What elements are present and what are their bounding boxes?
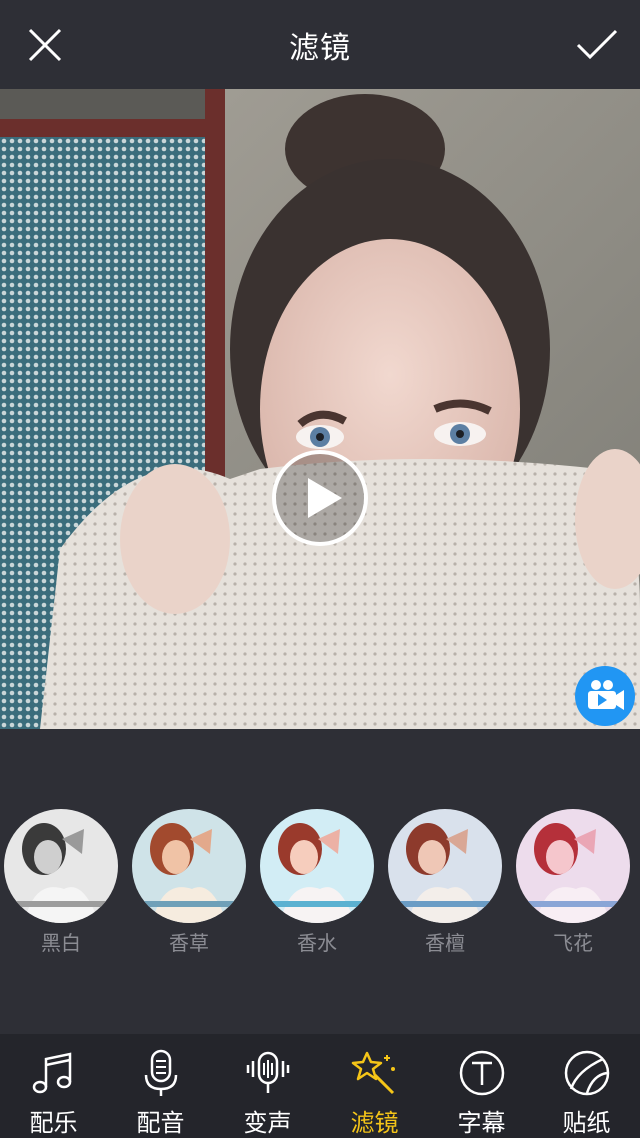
filter-thumbnail	[4, 809, 118, 923]
voice-change-icon	[246, 1051, 289, 1093]
filter-list: 黑白 香草 香水 香檀 飞花	[0, 729, 640, 1034]
filter-label: 黑白	[41, 931, 81, 955]
bottom-toolbar: 配乐 配音 变声 滤镜 字幕 贴纸	[0, 1034, 640, 1138]
filter-label: 香草	[169, 931, 209, 955]
tab-label: 滤镜	[350, 1109, 399, 1137]
close-button[interactable]	[18, 18, 72, 72]
tab-label: 配音	[136, 1109, 185, 1137]
filter-thumbnail	[132, 809, 246, 923]
top-bar: 滤镜	[0, 0, 640, 89]
text-icon	[459, 1050, 504, 1095]
filter-thumbnail	[260, 809, 374, 923]
filter-label: 香檀	[425, 931, 465, 955]
close-icon	[28, 28, 62, 62]
filter-item-feihua[interactable]: 飞花	[515, 809, 631, 956]
checkmark-icon	[576, 29, 618, 60]
tab-dubbing[interactable]: 配音	[107, 1034, 214, 1138]
magic-wand-icon	[351, 1051, 395, 1094]
tab-music[interactable]: 配乐	[0, 1034, 107, 1138]
filter-item-xiangtan[interactable]: 香檀	[387, 809, 503, 956]
music-note-icon	[32, 1051, 71, 1093]
page-title: 滤镜	[289, 30, 351, 66]
video-button[interactable]	[574, 665, 636, 727]
tab-voice-change[interactable]: 变声	[214, 1034, 321, 1138]
microphone-icon	[144, 1049, 177, 1096]
filter-thumbnail	[388, 809, 502, 923]
preview-image	[0, 89, 640, 729]
tab-subtitle[interactable]: 字幕	[428, 1034, 535, 1138]
play-button[interactable]	[270, 448, 370, 548]
filter-item-xiangshui[interactable]: 香水	[259, 809, 375, 956]
tab-label: 配乐	[29, 1109, 78, 1137]
tab-label: 贴纸	[562, 1109, 611, 1137]
sticker-icon	[564, 1050, 609, 1095]
tab-label: 字幕	[457, 1109, 506, 1137]
filter-label: 香水	[297, 931, 337, 955]
play-icon	[272, 450, 368, 546]
filter-item-heibai[interactable]: 黑白	[3, 809, 119, 956]
filter-thumbnail	[516, 809, 630, 923]
tab-label: 变声	[243, 1109, 292, 1137]
video-camera-icon	[575, 666, 635, 726]
tab-filter[interactable]: 滤镜	[321, 1034, 428, 1138]
filter-label: 飞花	[553, 931, 593, 955]
filter-item-xiangcao[interactable]: 香草	[131, 809, 247, 956]
tab-sticker[interactable]: 贴纸	[533, 1034, 640, 1138]
confirm-button[interactable]	[570, 18, 624, 72]
video-preview[interactable]	[0, 89, 640, 729]
